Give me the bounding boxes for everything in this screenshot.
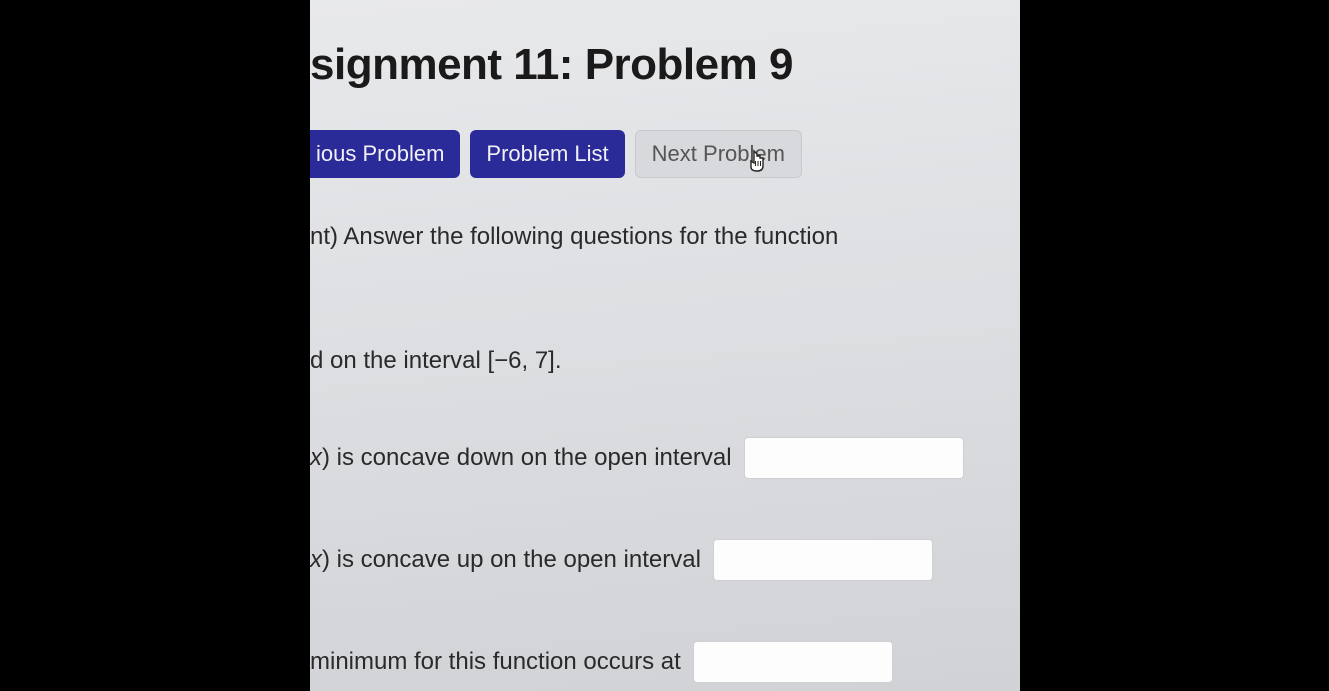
interval-text: d on the interval [−6, 7]. <box>310 344 1020 378</box>
concave-up-text: x) is concave up on the open interval <box>310 543 701 577</box>
minimum-input[interactable] <box>693 641 893 683</box>
concave-down-input[interactable] <box>744 437 964 479</box>
page-title: signment 11: Problem 9 <box>310 40 1020 90</box>
concave-down-text: x) is concave down on the open interval <box>310 441 732 475</box>
concave-down-row: x) is concave down on the open interval <box>310 437 1020 479</box>
problem-intro-text: nt) Answer the following questions for t… <box>310 220 1020 254</box>
webwork-problem-page: signment 11: Problem 9 ious Problem Prob… <box>310 0 1020 691</box>
previous-problem-button[interactable]: ious Problem <box>310 130 460 178</box>
concave-up-row: x) is concave up on the open interval <box>310 539 1020 581</box>
next-problem-label: Next Problem <box>652 141 785 166</box>
problem-nav: ious Problem Problem List Next Problem <box>310 130 1020 178</box>
next-problem-button[interactable]: Next Problem <box>635 130 802 178</box>
concave-up-input[interactable] <box>713 539 933 581</box>
minimum-text: minimum for this function occurs at <box>310 645 681 679</box>
problem-list-button[interactable]: Problem List <box>470 130 624 178</box>
minimum-row: minimum for this function occurs at <box>310 641 1020 683</box>
problem-body: nt) Answer the following questions for t… <box>310 220 1020 683</box>
